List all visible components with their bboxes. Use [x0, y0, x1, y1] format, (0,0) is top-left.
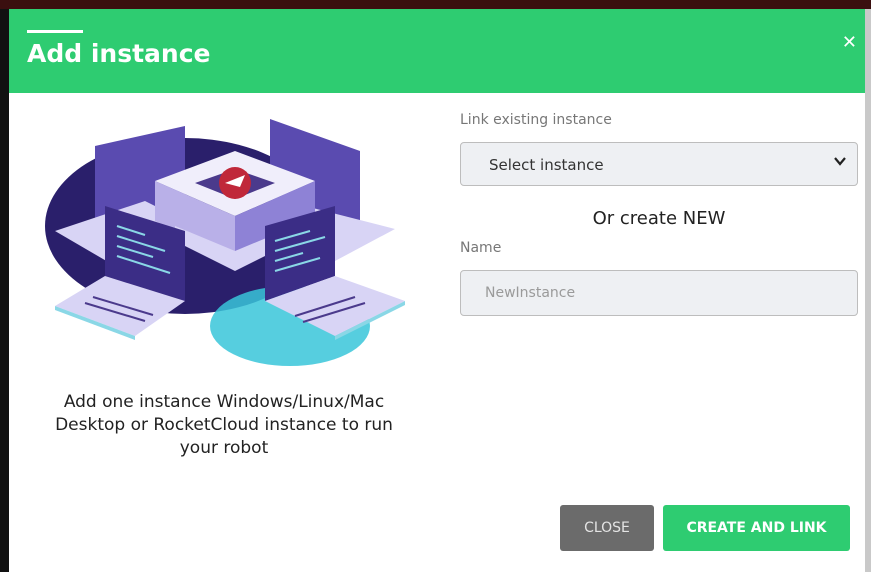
description-line-1: Add one instance Windows/Linux/Mac — [63, 392, 385, 412]
server-laptops-illustration — [45, 119, 405, 366]
name-input[interactable] — [460, 270, 858, 316]
dialog-header: Add instance ✕ — [9, 9, 865, 93]
close-button[interactable]: CLOSE — [560, 505, 654, 551]
description-line-3: your robot — [179, 438, 269, 458]
background-top-strip — [0, 0, 871, 9]
dialog-title: Add instance — [27, 39, 211, 68]
create-new-heading: Or create NEW — [592, 208, 726, 229]
title-accent-line — [27, 30, 83, 33]
create-and-link-button[interactable]: CREATE AND LINK — [663, 505, 850, 551]
instance-select[interactable]: Select instance — [460, 142, 858, 186]
name-label: Name — [460, 240, 502, 256]
add-instance-dialog: Add instance ✕ Add one instance Windows/… — [9, 9, 865, 572]
description-line-2: Desktop or RocketCloud instance to run — [55, 415, 393, 435]
instance-select-value: Select instance — [489, 156, 604, 174]
link-existing-label: Link existing instance — [460, 112, 612, 128]
background-left-strip — [0, 9, 9, 572]
background-right-strip — [865, 9, 871, 572]
chevron-down-icon — [833, 153, 847, 172]
instance-description: Add one instance Windows/Linux/Mac Deskt… — [29, 391, 419, 460]
close-icon[interactable]: ✕ — [842, 32, 857, 53]
